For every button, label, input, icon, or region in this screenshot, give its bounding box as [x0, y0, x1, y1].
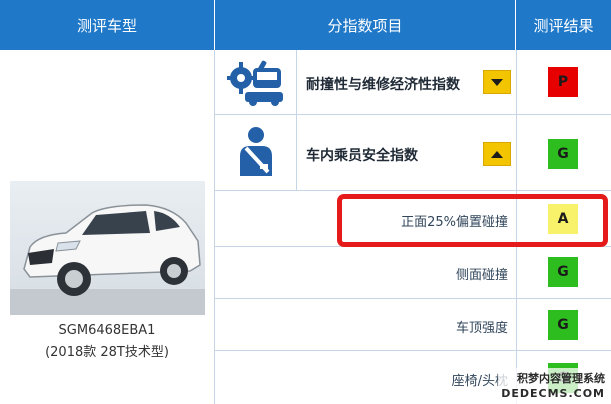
grade-label: P: [557, 74, 569, 90]
grade-label: G: [557, 317, 569, 333]
column-divider: [296, 50, 297, 190]
watermark-line: 积梦内容管理系统: [517, 372, 605, 385]
row-divider: [215, 114, 611, 115]
seatbelt-passenger-icon: [234, 126, 278, 178]
header-col-vehicle-label: 测评车型: [76, 16, 137, 35]
header-col-result: 测评结果: [516, 0, 611, 50]
grade-label: G: [557, 146, 569, 162]
repair-tools-icon: [225, 58, 285, 106]
grade-badge: P: [548, 67, 578, 97]
vehicle-variant-caption: (2018款 28T技术型): [45, 345, 169, 360]
category-title: 车内乘员安全指数: [306, 148, 418, 164]
header-col-vehicle: 测评车型: [0, 0, 214, 50]
highlight-frame: [337, 194, 608, 247]
expand-toggle-button[interactable]: [483, 70, 511, 94]
row-divider: [215, 190, 611, 191]
header-col-item-label: 分指数项目: [327, 16, 403, 35]
watermark: 积梦内容管理系统 DEDECMS.COM: [498, 368, 611, 404]
grade-badge: G: [548, 257, 578, 287]
row-divider: [215, 350, 611, 351]
header-col-item: 分指数项目: [215, 0, 515, 50]
header-col-result-label: 测评结果: [533, 16, 594, 35]
category-title: 耐撞性与维修经济性指数: [306, 77, 460, 93]
grade-label: G: [557, 264, 569, 280]
chevron-up-icon: [491, 150, 503, 158]
watermark-line: DEDECMS.COM: [501, 387, 605, 400]
grade-badge: G: [548, 139, 578, 169]
subitem-title: 侧面碰撞: [455, 268, 508, 283]
grade-badge: G: [548, 310, 578, 340]
chevron-down-icon: [491, 78, 503, 86]
vehicle-photo: [10, 181, 205, 315]
vehicle-model-caption: SGM6468EBA1: [58, 323, 156, 338]
subitem-title: 车顶强度: [455, 321, 508, 336]
collapse-toggle-button[interactable]: [483, 142, 511, 166]
row-divider: [215, 298, 611, 299]
